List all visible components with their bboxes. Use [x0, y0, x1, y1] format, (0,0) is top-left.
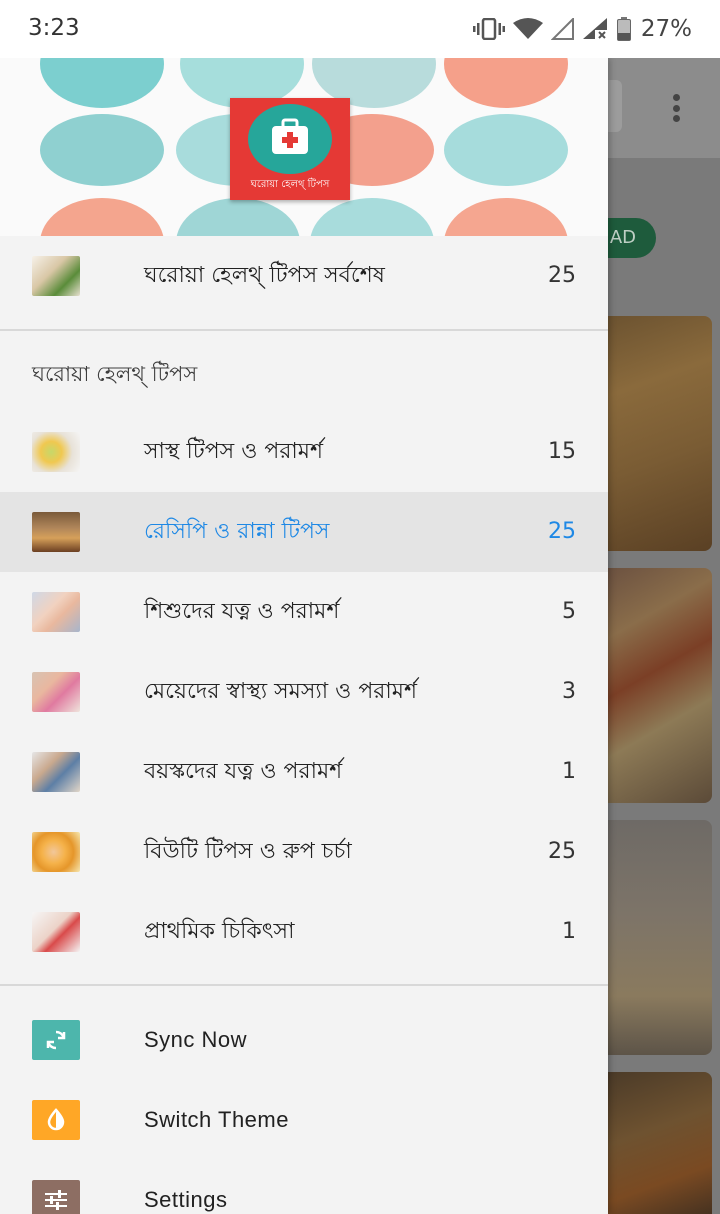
women-health-thumbnail	[32, 672, 80, 712]
theme-icon	[32, 1100, 80, 1140]
drawer-item-label: প্রাথমিক চিকিৎসা	[144, 919, 295, 944]
drawer-item-count: 1	[562, 759, 576, 784]
drawer-item-count: 3	[562, 679, 576, 704]
first-aid-thumbnail	[32, 912, 80, 952]
drawer-item-label: মেয়েদের স্বাস্থ্য সমস্যা ও পরামর্শ	[144, 679, 418, 704]
drawer-item-count: 5	[562, 599, 576, 624]
navigation-drawer: ঘরোয়া হেলথ্ টিপস ঘরোয়া হেলথ্ টিপস সর্ব…	[0, 58, 608, 1214]
drawer-item-count: 25	[548, 839, 576, 864]
wifi-icon	[512, 18, 543, 39]
drawer-item-count: 25	[548, 519, 576, 544]
drawer-item-label: বয়স্কদের যত্ন ও পরামর্শ	[144, 759, 343, 784]
action-label: Sync Now	[144, 1027, 248, 1052]
header-circle	[444, 114, 568, 186]
drawer-item-count: 25	[548, 263, 576, 288]
action-label: Switch Theme	[144, 1107, 289, 1132]
action-label: Settings	[144, 1187, 228, 1212]
child-care-thumbnail	[32, 592, 80, 632]
header-circle	[176, 198, 300, 236]
section-title: ঘরোয়া হেলথ্ টিপস	[32, 362, 198, 386]
drawer-item-label: রেসিপি ও রান্না টিপস	[144, 519, 330, 544]
health-tips-thumbnail	[32, 432, 80, 472]
divider	[0, 329, 608, 331]
vibrate-icon	[472, 18, 505, 40]
drawer-item-count: 15	[548, 439, 576, 464]
latest-thumbnail	[32, 256, 80, 296]
drawer-item-label: সাস্থ টিপস ও পরামর্শ	[144, 439, 324, 464]
drawer-item-label: শিশুদের যত্ন ও পরামর্শ	[144, 599, 340, 624]
header-circle	[40, 58, 164, 108]
settings-button[interactable]: Settings	[0, 1160, 608, 1214]
status-time: 3:23	[28, 15, 80, 41]
drawer-item-label: ঘরোয়া হেলথ্ টিপস সর্বশেষ	[144, 263, 385, 288]
drawer-header-banner: ঘরোয়া হেলথ্ টিপস	[0, 58, 608, 236]
background-food-card-4	[600, 1072, 712, 1214]
drawer-item-latest[interactable]: ঘরোয়া হেলথ্ টিপস সর্বশেষ 25	[0, 236, 608, 316]
background-food-card-2	[600, 568, 712, 803]
status-icons: 27%	[472, 14, 692, 44]
more-vert-icon	[664, 88, 688, 128]
signal-empty-icon	[550, 18, 574, 40]
header-circle	[40, 198, 164, 236]
drawer-item-child-care[interactable]: শিশুদের যত্ন ও পরামর্শ 5	[0, 572, 608, 652]
logo-caption: ঘরোয়া হেলথ্ টিপস	[250, 179, 330, 190]
battery-percent: 27%	[640, 16, 692, 42]
settings-sliders-icon	[32, 1180, 80, 1214]
switch-theme-button[interactable]: Switch Theme	[0, 1080, 608, 1160]
background-food-card-1	[600, 316, 712, 551]
drawer-item-count: 1	[562, 919, 576, 944]
drawer-item-elderly-care[interactable]: বয়স্কদের যত্ন ও পরামর্শ 1	[0, 732, 608, 812]
drawer-item-label: বিউটি টিপস ও রুপ চর্চা	[144, 839, 352, 864]
drawer-item-health-tips[interactable]: সাস্থ টিপস ও পরামর্শ 15	[0, 412, 608, 492]
drawer-item-women-health[interactable]: মেয়েদের স্বাস্থ্য সমস্যা ও পরামর্শ 3	[0, 652, 608, 732]
battery-icon	[616, 17, 631, 41]
first-aid-kit-icon	[248, 104, 332, 174]
status-bar: 3:23 27%	[0, 0, 720, 58]
sync-icon	[32, 1020, 80, 1060]
header-circle	[444, 198, 568, 236]
drawer-item-recipes[interactable]: রেসিপি ও রান্না টিপস 25	[0, 492, 608, 572]
header-circle	[444, 58, 568, 108]
header-circle	[40, 114, 164, 186]
app-logo: ঘরোয়া হেলথ্ টিপস	[230, 98, 350, 200]
recipes-thumbnail	[32, 512, 80, 552]
elderly-care-thumbnail	[32, 752, 80, 792]
drawer-item-beauty-tips[interactable]: বিউটি টিপস ও রুপ চর্চা 25	[0, 812, 608, 892]
header-circle	[310, 198, 434, 236]
drawer-item-first-aid[interactable]: প্রাথমিক চিকিৎসা 1	[0, 892, 608, 972]
sync-now-button[interactable]: Sync Now	[0, 1000, 608, 1080]
signal-icon	[582, 18, 607, 39]
beauty-tips-thumbnail	[32, 832, 80, 872]
divider	[0, 984, 608, 986]
background-food-card-3	[600, 820, 712, 1055]
